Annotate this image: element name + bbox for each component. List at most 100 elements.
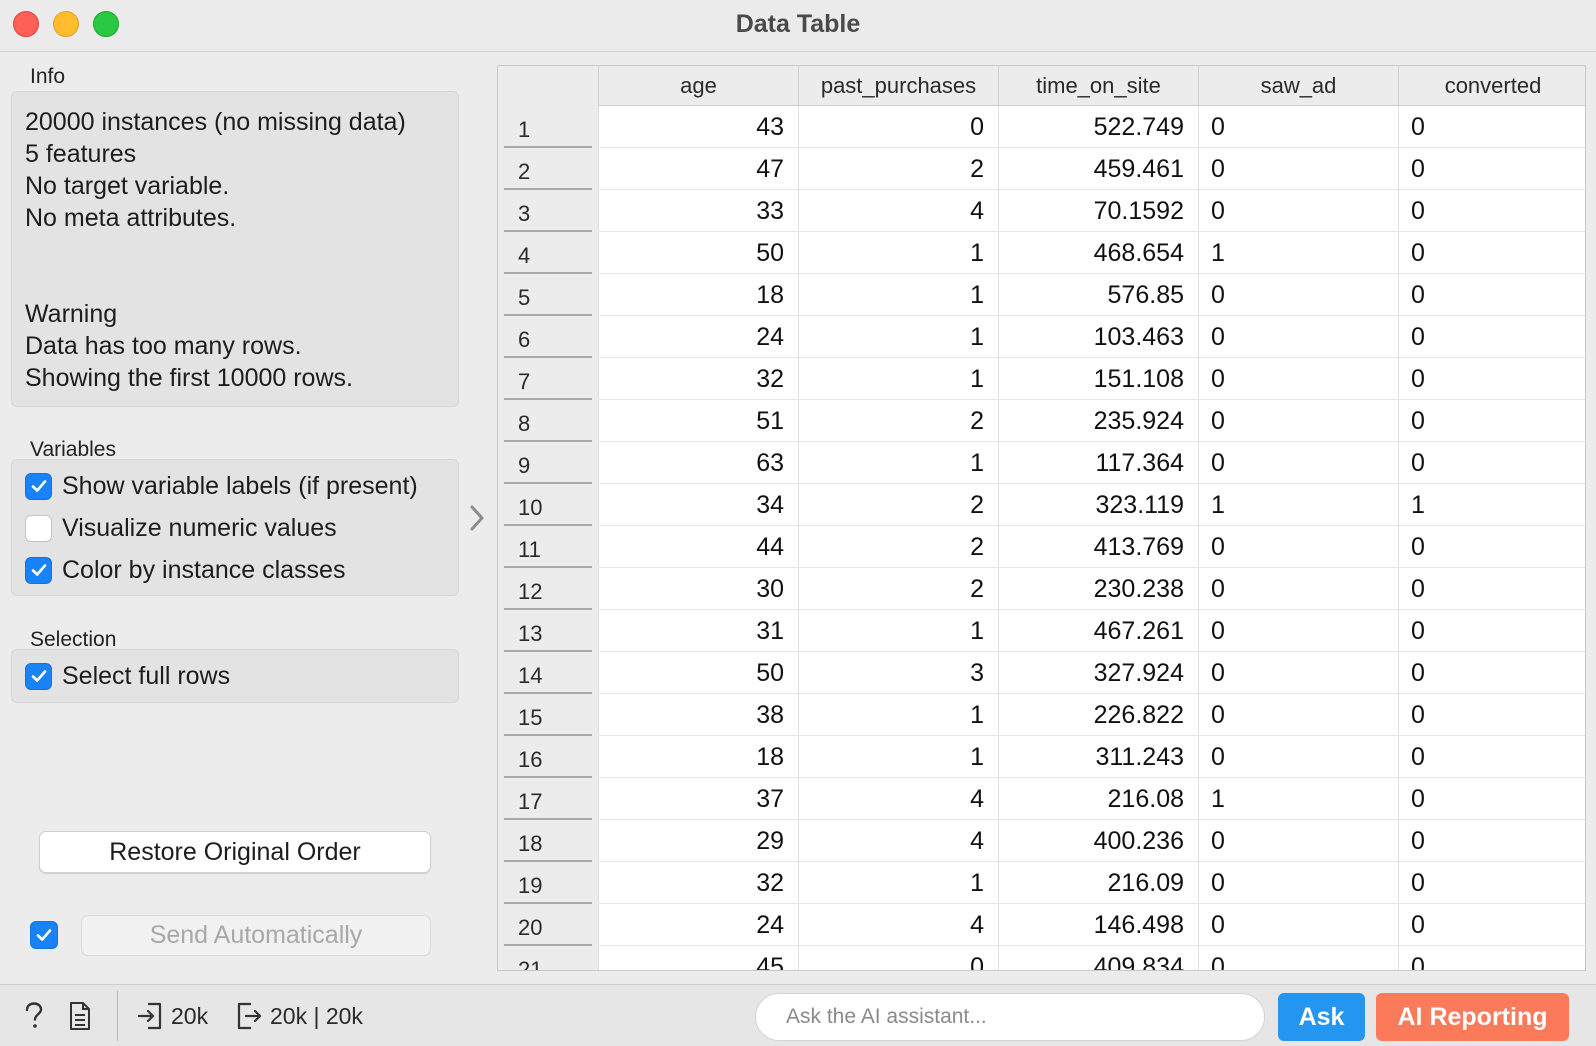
table-cell[interactable]: 0 (1198, 736, 1398, 778)
table-cell[interactable]: 24 (598, 316, 798, 358)
table-cell[interactable]: 32 (598, 862, 798, 904)
table-cell[interactable]: 468.654 (998, 232, 1198, 274)
row-header[interactable]: 16 (498, 736, 598, 778)
table-cell[interactable]: 2 (798, 400, 998, 442)
table-cell[interactable]: 467.261 (998, 610, 1198, 652)
report-button[interactable] (68, 1001, 92, 1031)
ask-button[interactable]: Ask (1278, 993, 1365, 1041)
table-cell[interactable]: 103.463 (998, 316, 1198, 358)
table-row[interactable]: 12 30 2 230.238 0 0 (498, 568, 1585, 610)
table-cell[interactable]: 0 (1398, 232, 1585, 274)
table-cell[interactable]: 226.822 (998, 694, 1198, 736)
table-cell[interactable]: 37 (598, 778, 798, 820)
table-cell[interactable]: 117.364 (998, 442, 1198, 484)
table-cell[interactable]: 0 (1198, 652, 1398, 694)
table-row[interactable]: 20 24 4 146.498 0 0 (498, 904, 1585, 946)
visualize-numeric-label[interactable]: Visualize numeric values (62, 514, 337, 543)
table-row[interactable]: 9 63 1 117.364 0 0 (498, 442, 1585, 484)
table-cell[interactable]: 0 (1198, 820, 1398, 862)
table-cell[interactable]: 0 (798, 946, 998, 970)
color-by-class-checkbox[interactable] (25, 556, 52, 584)
row-header[interactable]: 12 (498, 568, 598, 610)
table-row[interactable]: 1 43 0 522.749 0 0 (498, 106, 1585, 148)
table-cell[interactable]: 1 (798, 274, 998, 316)
table-cell[interactable]: 2 (798, 568, 998, 610)
table-cell[interactable]: 0 (1398, 358, 1585, 400)
table-cell[interactable]: 216.08 (998, 778, 1198, 820)
row-header[interactable]: 15 (498, 694, 598, 736)
row-header[interactable]: 11 (498, 526, 598, 568)
table-cell[interactable]: 230.238 (998, 568, 1198, 610)
table-cell[interactable]: 0 (1398, 526, 1585, 568)
table-row[interactable]: 3 33 4 70.1592 0 0 (498, 190, 1585, 232)
row-header[interactable]: 10 (498, 484, 598, 526)
table-row[interactable]: 19 32 1 216.09 0 0 (498, 862, 1585, 904)
table-cell[interactable]: 0 (1198, 862, 1398, 904)
table-cell[interactable]: 323.119 (998, 484, 1198, 526)
table-cell[interactable]: 311.243 (998, 736, 1198, 778)
table-cell[interactable]: 0 (1198, 442, 1398, 484)
send-automatically-checkbox[interactable] (30, 921, 58, 949)
column-header-converted[interactable]: converted (1398, 66, 1585, 106)
table-cell[interactable]: 413.769 (998, 526, 1198, 568)
table-row[interactable]: 8 51 2 235.924 0 0 (498, 400, 1585, 442)
table-cell[interactable]: 1 (798, 736, 998, 778)
table-cell[interactable]: 0 (1398, 652, 1585, 694)
row-header[interactable]: 3 (498, 190, 598, 232)
table-cell[interactable]: 2 (798, 526, 998, 568)
table-row[interactable]: 16 18 1 311.243 0 0 (498, 736, 1585, 778)
table-cell[interactable]: 38 (598, 694, 798, 736)
table-cell[interactable]: 0 (1398, 862, 1585, 904)
help-button[interactable] (22, 1001, 46, 1031)
row-header[interactable]: 19 (498, 862, 598, 904)
row-header[interactable]: 2 (498, 148, 598, 190)
table-cell[interactable]: 400.236 (998, 820, 1198, 862)
select-full-rows-checkbox[interactable] (25, 662, 52, 690)
table-cell[interactable]: 29 (598, 820, 798, 862)
column-header-age[interactable]: age (598, 66, 798, 106)
table-cell[interactable]: 0 (1398, 778, 1585, 820)
table-cell[interactable]: 0 (1398, 610, 1585, 652)
send-automatically-button[interactable]: Send Automatically (81, 915, 431, 956)
table-row[interactable]: 13 31 1 467.261 0 0 (498, 610, 1585, 652)
table-cell[interactable]: 0 (1398, 190, 1585, 232)
table-cell[interactable]: 45 (598, 946, 798, 970)
table-cell[interactable]: 18 (598, 274, 798, 316)
table-cell[interactable]: 51 (598, 400, 798, 442)
table-cell[interactable]: 0 (1198, 400, 1398, 442)
table-cell[interactable]: 2 (798, 148, 998, 190)
table-cell[interactable]: 32 (598, 358, 798, 400)
row-header[interactable]: 18 (498, 820, 598, 862)
table-cell[interactable]: 0 (1398, 736, 1585, 778)
table-cell[interactable]: 0 (798, 106, 998, 148)
table-cell[interactable]: 1 (798, 862, 998, 904)
table-cell[interactable]: 1 (798, 610, 998, 652)
visualize-numeric-checkbox[interactable] (25, 514, 52, 542)
table-cell[interactable]: 50 (598, 232, 798, 274)
row-header[interactable]: 7 (498, 358, 598, 400)
select-full-rows-label[interactable]: Select full rows (62, 662, 230, 691)
table-cell[interactable]: 2 (798, 484, 998, 526)
table-cell[interactable]: 0 (1398, 820, 1585, 862)
table-cell[interactable]: 216.09 (998, 862, 1198, 904)
row-header[interactable]: 14 (498, 652, 598, 694)
row-header[interactable]: 1 (498, 106, 598, 148)
table-row[interactable]: 15 38 1 226.822 0 0 (498, 694, 1585, 736)
table-cell[interactable]: 4 (798, 904, 998, 946)
table-cell[interactable]: 0 (1398, 316, 1585, 358)
row-header[interactable]: 13 (498, 610, 598, 652)
table-row[interactable]: 10 34 2 323.119 1 1 (498, 484, 1585, 526)
table-row[interactable]: 14 50 3 327.924 0 0 (498, 652, 1585, 694)
table-cell[interactable]: 0 (1198, 148, 1398, 190)
table-cell[interactable]: 70.1592 (998, 190, 1198, 232)
input-summary[interactable]: 20k (137, 1001, 208, 1031)
table-cell[interactable]: 1 (798, 316, 998, 358)
table-cell[interactable]: 44 (598, 526, 798, 568)
table-cell[interactable]: 0 (1198, 526, 1398, 568)
table-cell[interactable]: 1 (1198, 484, 1398, 526)
color-by-class-label[interactable]: Color by instance classes (62, 556, 345, 585)
table-row[interactable]: 6 24 1 103.463 0 0 (498, 316, 1585, 358)
table-row[interactable]: 4 50 1 468.654 1 0 (498, 232, 1585, 274)
table-cell[interactable]: 31 (598, 610, 798, 652)
output-summary[interactable]: 20k | 20k (236, 1001, 363, 1031)
